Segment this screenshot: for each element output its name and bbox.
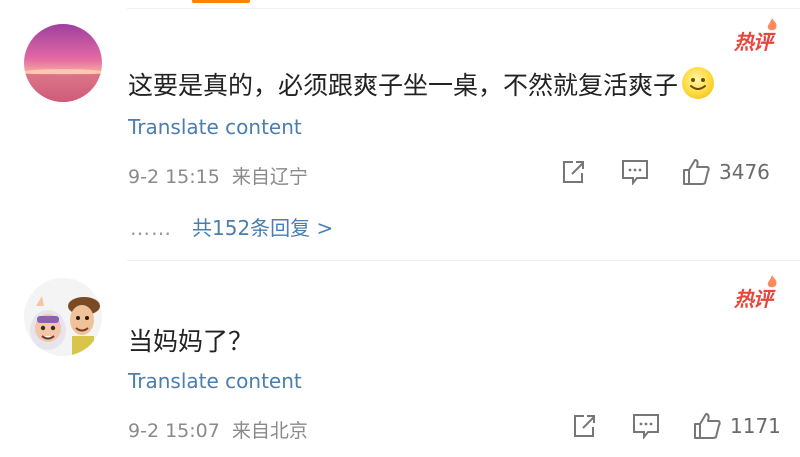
share-icon: [563, 161, 584, 183]
divider: [127, 8, 800, 9]
like-count: 3476: [719, 160, 770, 184]
share-button[interactable]: [560, 159, 586, 185]
comment-location: 来自辽宁: [231, 166, 308, 188]
comment-button[interactable]: [632, 413, 660, 439]
active-tab-indicator: [192, 0, 250, 3]
avatar[interactable]: [24, 24, 102, 102]
like-button[interactable]: 1171: [692, 411, 781, 441]
share-icon: [574, 415, 595, 437]
comment-time: 9-2 15:15: [128, 166, 220, 188]
comment-icon: [622, 160, 648, 185]
translate-link[interactable]: Translate content: [128, 369, 302, 393]
comment-time: 9-2 15:07: [128, 420, 220, 442]
comment-location: 来自北京: [231, 420, 308, 442]
avatar[interactable]: [24, 278, 102, 356]
comment-text: 当妈妈了？: [128, 327, 254, 356]
comment-text: 这要是真的，必须跟爽子坐一桌，不然就复活爽子: [128, 66, 715, 102]
replies-count-label: 共152条回复 >: [192, 216, 334, 240]
smile-emoji-icon: [682, 67, 715, 99]
comment-icon: [633, 414, 659, 439]
comment-meta: 9-2 15:15 来自辽宁: [128, 162, 308, 189]
hot-comment-badge: 热评: [734, 18, 777, 55]
comment-meta: 9-2 15:07 来自北京: [128, 416, 308, 443]
translate-link[interactable]: Translate content: [128, 115, 302, 139]
like-icon: [683, 159, 710, 185]
divider: [127, 260, 800, 261]
share-button[interactable]: [571, 413, 597, 439]
like-button[interactable]: 3476: [681, 157, 770, 187]
comment-button[interactable]: [621, 159, 649, 185]
like-count: 1171: [730, 414, 781, 438]
hot-comment-badge: 热评: [734, 275, 777, 312]
view-replies-link[interactable]: …… 共152条回复 >: [130, 212, 333, 241]
like-icon: [694, 413, 721, 439]
